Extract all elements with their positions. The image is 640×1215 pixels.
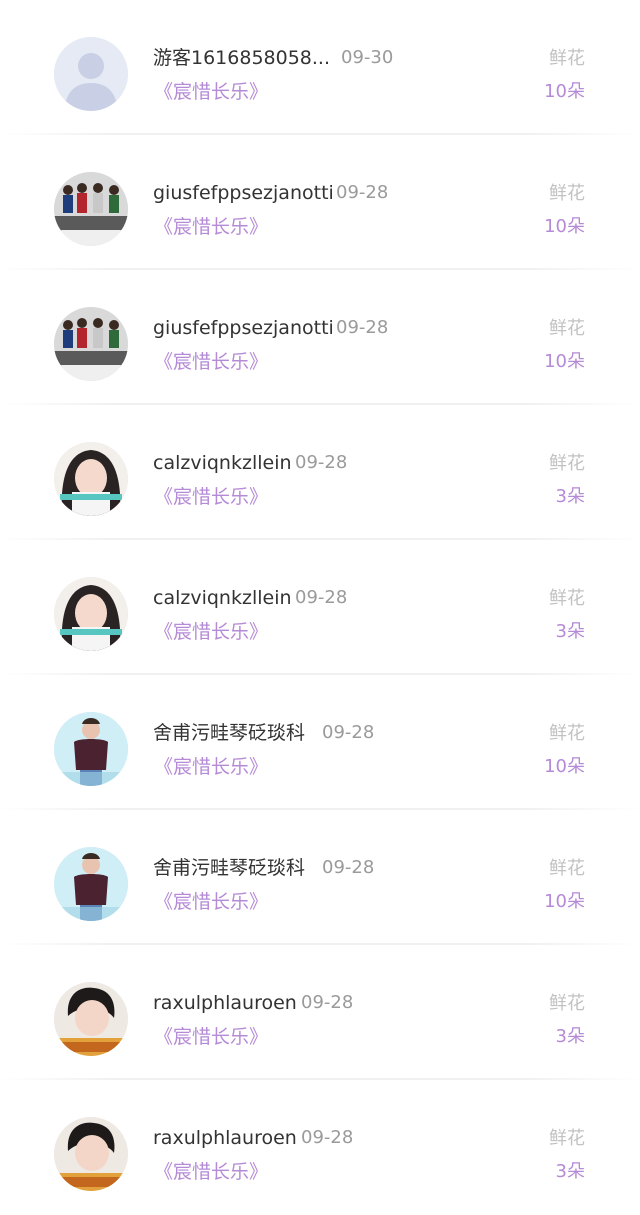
book-title-link[interactable]: 《宸惜长乐》: [154, 482, 268, 512]
user-name[interactable]: giusfefppsezjanotti: [153, 313, 334, 343]
gift-count: 10朵: [544, 81, 585, 102]
gift-type-label: 鲜花: [549, 993, 585, 1014]
book-title-link[interactable]: 《宸惜长乐》: [154, 212, 268, 242]
user-name[interactable]: 舍甫污畦琴砭琰科: [153, 718, 305, 748]
avatar[interactable]: [54, 1117, 128, 1191]
list-item[interactable]: giusfefppsezjanotti 09-28 《宸惜长乐》 鲜花 10朵: [0, 135, 640, 270]
gift-type-label: 鲜花: [549, 183, 585, 204]
girl-portrait-avatar-icon: [54, 577, 128, 651]
avatar[interactable]: [54, 37, 128, 111]
record-date: 09-28: [301, 1127, 354, 1148]
gift-type-label: 鲜花: [549, 858, 585, 879]
girl-portrait-avatar-icon: [54, 442, 128, 516]
gift-count: 3朵: [555, 1161, 585, 1182]
list-item[interactable]: raxulphlauroen 09-28 《宸惜长乐》 鲜花 3朵: [0, 1080, 640, 1215]
list-item[interactable]: giusfefppsezjanotti 09-28 《宸惜长乐》 鲜花 10朵: [0, 270, 640, 405]
user-name[interactable]: raxulphlauroen: [153, 1123, 297, 1153]
book-title-link[interactable]: 《宸惜长乐》: [154, 752, 268, 782]
list-item[interactable]: 舍甫污畦琴砭琰科 09-28 《宸惜长乐》 鲜花 10朵: [0, 810, 640, 945]
record-date: 09-28: [322, 857, 375, 878]
user-name[interactable]: giusfefppsezjanotti: [153, 178, 334, 208]
avatar[interactable]: [54, 172, 128, 246]
gift-type-label: 鲜花: [549, 48, 585, 69]
gift-count: 3朵: [555, 486, 585, 507]
boy-sweater-avatar-icon: [54, 847, 128, 921]
default-avatar-icon: [54, 37, 128, 111]
gift-count: 3朵: [555, 1026, 585, 1047]
user-name[interactable]: raxulphlauroen: [153, 988, 297, 1018]
book-title-link[interactable]: 《宸惜长乐》: [154, 887, 268, 917]
gift-count: 10朵: [544, 891, 585, 912]
boy-sweater-avatar-icon: [54, 712, 128, 786]
gift-type-label: 鲜花: [549, 318, 585, 339]
record-date: 09-28: [295, 452, 348, 473]
record-date: 09-28: [336, 317, 389, 338]
gift-type-label: 鲜花: [549, 723, 585, 744]
boy-portrait-avatar-icon: [54, 982, 128, 1056]
gift-count: 3朵: [555, 621, 585, 642]
gift-records-list: 游客1616858058... 09-30 《宸惜长乐》 鲜花 10朵 gius…: [0, 0, 640, 1215]
list-item[interactable]: calzviqnkzllein 09-28 《宸惜长乐》 鲜花 3朵: [0, 540, 640, 675]
list-item[interactable]: raxulphlauroen 09-28 《宸惜长乐》 鲜花 3朵: [0, 945, 640, 1080]
list-item[interactable]: 游客1616858058... 09-30 《宸惜长乐》 鲜花 10朵: [0, 0, 640, 135]
gift-type-label: 鲜花: [549, 1128, 585, 1149]
book-title-link[interactable]: 《宸惜长乐》: [154, 1022, 268, 1052]
user-name[interactable]: 舍甫污畦琴砭琰科: [153, 853, 305, 883]
list-item[interactable]: 舍甫污畦琴砭琰科 09-28 《宸惜长乐》 鲜花 10朵: [0, 675, 640, 810]
group-photo-avatar-icon: [54, 307, 128, 381]
avatar[interactable]: [54, 847, 128, 921]
record-date: 09-30: [341, 47, 394, 68]
book-title-link[interactable]: 《宸惜长乐》: [154, 1157, 268, 1187]
book-title-link[interactable]: 《宸惜长乐》: [154, 347, 268, 377]
gift-count: 10朵: [544, 351, 585, 372]
gift-count: 10朵: [544, 756, 585, 777]
avatar[interactable]: [54, 712, 128, 786]
avatar[interactable]: [54, 982, 128, 1056]
group-photo-avatar-icon: [54, 172, 128, 246]
record-date: 09-28: [322, 722, 375, 743]
user-name[interactable]: 游客1616858058...: [153, 43, 330, 73]
record-date: 09-28: [295, 587, 348, 608]
user-name[interactable]: calzviqnkzllein: [153, 448, 292, 478]
record-date: 09-28: [301, 992, 354, 1013]
record-date: 09-28: [336, 182, 389, 203]
avatar[interactable]: [54, 442, 128, 516]
list-item[interactable]: calzviqnkzllein 09-28 《宸惜长乐》 鲜花 3朵: [0, 405, 640, 540]
gift-type-label: 鲜花: [549, 453, 585, 474]
gift-count: 10朵: [544, 216, 585, 237]
user-name[interactable]: calzviqnkzllein: [153, 583, 292, 613]
book-title-link[interactable]: 《宸惜长乐》: [154, 77, 268, 107]
avatar[interactable]: [54, 307, 128, 381]
book-title-link[interactable]: 《宸惜长乐》: [154, 617, 268, 647]
boy-portrait-avatar-icon: [54, 1117, 128, 1191]
avatar[interactable]: [54, 577, 128, 651]
gift-type-label: 鲜花: [549, 588, 585, 609]
